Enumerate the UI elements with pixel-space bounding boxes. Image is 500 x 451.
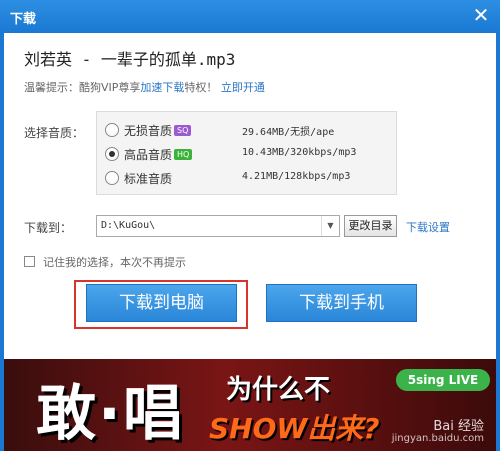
radio-button[interactable] (105, 171, 119, 185)
remember-checkbox[interactable] (24, 256, 35, 267)
radio-button-selected[interactable] (105, 147, 119, 161)
download-path-select[interactable]: D:\KuGou\ ▼ (96, 215, 340, 237)
download-settings-link[interactable]: 下载设置 (406, 219, 450, 235)
banner-main-text: 敢·唱 (36, 379, 185, 449)
baidu-jingyan-logo: Bai 经验 (433, 419, 484, 434)
watermark-url: jingyan.baidu.com (391, 433, 484, 444)
quality-name: 标准音质 (124, 172, 173, 186)
quality-option-standard[interactable]: 标准音质 4.21MB/128kbps/mp3 (105, 169, 395, 187)
remember-label: 记住我的选择，本次不再提示 (43, 256, 186, 269)
quality-label: 选择音质： (24, 126, 85, 140)
quality-name: 高品音质 (124, 148, 173, 162)
open-vip-link[interactable]: 立即开通 (221, 81, 265, 94)
change-directory-button[interactable]: 更改目录 (344, 215, 397, 237)
vip-tip: 温馨提示：酷狗VIP尊享加速下载特权！ 立即开通 (24, 79, 265, 95)
download-to-label: 下载到： (24, 221, 73, 235)
quality-options: 无损音质 SQ 29.64MB/无损/ape 高品音质 HQ 10.43MB/3… (96, 111, 397, 195)
vip-tip-prefix: 温馨提示：酷狗VIP尊享 (24, 81, 141, 94)
song-title: 刘若英 - 一辈子的孤单.mp3 (24, 50, 236, 69)
quality-info: 4.21MB/128kbps/mp3 (242, 171, 351, 182)
radio-button[interactable] (105, 123, 119, 137)
quality-info: 10.43MB/320kbps/mp3 (242, 147, 357, 158)
accelerate-download-link[interactable]: 加速下载 (140, 81, 184, 94)
sq-badge-icon: SQ (174, 125, 192, 136)
quality-name: 无损音质 (124, 124, 173, 138)
download-path-value: D:\KuGou\ (101, 220, 156, 231)
banner-show-text: SHOW出来? (209, 412, 380, 445)
title-bar: 下载 ✕ (0, 0, 500, 33)
banner-question: 为什么不 (226, 375, 331, 405)
hq-badge-icon: HQ (174, 149, 193, 160)
window-frame-right (496, 33, 500, 451)
vip-tip-middle: 特权！ (184, 81, 218, 94)
download-to-pc-button[interactable]: 下载到电脑 (86, 284, 237, 322)
quality-option-high[interactable]: 高品音质 HQ 10.43MB/320kbps/mp3 (105, 145, 395, 163)
close-icon[interactable]: ✕ (470, 5, 492, 27)
dropdown-arrow-icon[interactable]: ▼ (321, 216, 339, 236)
window-title: 下载 (10, 12, 37, 27)
quality-option-lossless[interactable]: 无损音质 SQ 29.64MB/无损/ape (105, 121, 395, 139)
download-to-phone-button[interactable]: 下载到手机 (266, 284, 417, 322)
ad-banner[interactable]: 敢·唱 为什么不 SHOW出来? 5sing LIVE Bai 经验 jingy… (4, 359, 496, 451)
5sing-logo: 5sing LIVE (396, 369, 490, 391)
watermark: Bai 经验 jingyan.baidu.com (391, 419, 484, 445)
quality-info: 29.64MB/无损/ape (242, 127, 335, 138)
